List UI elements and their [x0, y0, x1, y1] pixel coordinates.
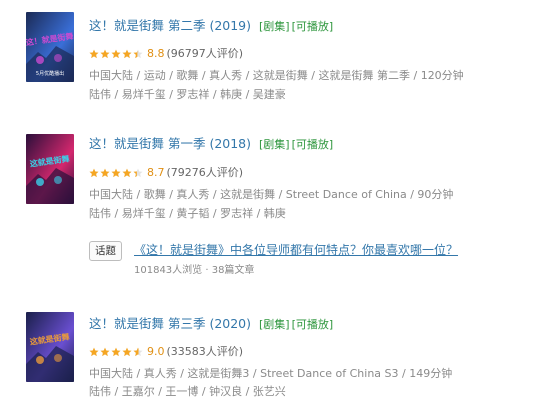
result-title-link[interactable]: 这！就是街舞 第二季 (2019): [89, 18, 251, 33]
topic-stats: 101843人浏览 · 38篇文章: [134, 265, 255, 276]
meta-genres: 中国大陆 / 歌舞 / 真人秀 / 这就是街舞 / Street Dance o…: [89, 188, 454, 201]
result-title-link[interactable]: 这！就是街舞 第一季 (2018): [89, 136, 251, 151]
meta-cast: 陆伟 / 王嘉尔 / 王一博 / 钟汉良 / 张艺兴: [89, 385, 286, 398]
rating-count: (96797人评价): [166, 47, 244, 60]
star-rating-icon: [89, 346, 144, 361]
rating-count: (79276人评价): [166, 166, 244, 179]
poster-image[interactable]: 这就是街舞: [26, 134, 74, 204]
meta-genres: 中国大陆 / 真人秀 / 这就是街舞3 / Street Dance of Ch…: [89, 367, 453, 380]
star-rating-icon: [89, 167, 144, 182]
rating-score: 8.7: [147, 166, 165, 179]
rating-score: 9.0: [147, 345, 165, 358]
meta-cast: 陆伟 / 易烊千玺 / 罗志祥 / 韩庚 / 吴建豪: [89, 88, 286, 101]
svg-text:5月优酷播出: 5月优酷播出: [36, 70, 64, 77]
rating-row: 9.0 (33583人评价): [89, 344, 243, 361]
tag-playable[interactable]: [可播放]: [292, 318, 334, 331]
star-rating-icon: [89, 48, 144, 63]
topic-chip[interactable]: 话题: [89, 241, 122, 261]
rating-row: 8.8 (96797人评价): [89, 46, 243, 63]
poster-image[interactable]: 这就是街舞: [26, 312, 74, 382]
meta-genres: 中国大陆 / 运动 / 歌舞 / 真人秀 / 这就是街舞 / 这就是街舞 第二季…: [89, 69, 464, 82]
result-title-link[interactable]: 这！就是街舞 第三季 (2020): [89, 316, 251, 331]
rating-count: (33583人评价): [166, 345, 244, 358]
poster-image[interactable]: 这！就是街舞 5月优酷播出: [26, 12, 74, 82]
title-row: 这！就是街舞 第一季 (2018) [剧集] [可播放]: [89, 135, 333, 153]
meta-cast: 陆伟 / 易烊千玺 / 黄子韬 / 罗志祥 / 韩庚: [89, 207, 286, 220]
tag-series: [剧集]: [259, 318, 290, 331]
title-row: 这！就是街舞 第二季 (2019) [剧集] [可播放]: [89, 17, 333, 35]
title-row: 这！就是街舞 第三季 (2020) [剧集] [可播放]: [89, 315, 333, 333]
topic-title-link[interactable]: 《这！就是街舞》中各位导师都有何特点？你最喜欢哪一位？: [134, 242, 458, 259]
tag-series: [剧集]: [259, 138, 290, 151]
tag-series: [剧集]: [259, 20, 290, 33]
tag-playable[interactable]: [可播放]: [292, 138, 334, 151]
tag-playable[interactable]: [可播放]: [292, 20, 334, 33]
rating-score: 8.8: [147, 47, 165, 60]
rating-row: 8.7 (79276人评价): [89, 165, 243, 182]
